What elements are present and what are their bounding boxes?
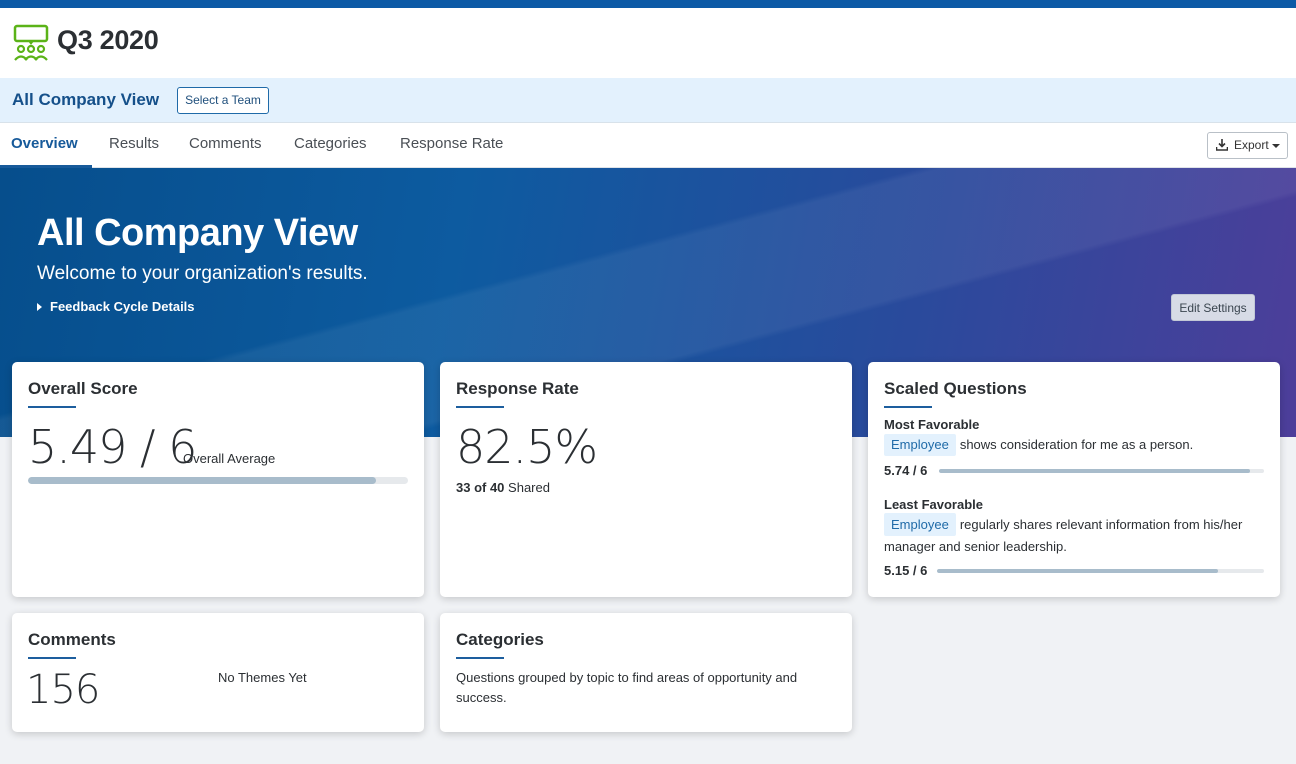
response-rate-card[interactable]: Response Rate 82.5% 33 of 40 Shared bbox=[440, 362, 852, 597]
download-icon bbox=[1216, 139, 1228, 151]
categories-card[interactable]: Categories Questions grouped by topic to… bbox=[440, 613, 852, 732]
least-favorable-question: Employee regularly shares relevant inform… bbox=[884, 513, 1264, 557]
chevron-down-icon bbox=[1271, 143, 1280, 148]
card-title: Response Rate bbox=[456, 379, 579, 398]
response-rate-shared: 33 of 40 Shared bbox=[456, 480, 550, 495]
hero-title: All Company View bbox=[37, 212, 358, 254]
tab-overview[interactable]: Overview bbox=[0, 123, 92, 168]
feedback-cycle-details-toggle[interactable]: Feedback Cycle Details bbox=[37, 299, 195, 314]
comments-count: 156 bbox=[26, 667, 100, 713]
most-favorable-question: Employee shows consideration for me as a … bbox=[884, 434, 1264, 456]
most-favorable-score: 5.74 / 6 bbox=[884, 463, 928, 478]
category-tag: Employee bbox=[884, 434, 956, 456]
overall-score-caption: Overall Average bbox=[183, 451, 276, 466]
tab-results[interactable]: Results bbox=[109, 123, 159, 168]
select-team-button[interactable]: Select a Team bbox=[177, 87, 269, 114]
current-view-name: All Company View bbox=[12, 90, 160, 109]
themes-status: No Themes Yet bbox=[218, 670, 307, 685]
title-bar: Q3 2020 bbox=[0, 8, 1296, 78]
response-rate-value: 82.5% bbox=[456, 420, 598, 474]
card-title: Categories bbox=[456, 630, 544, 649]
card-title: Scaled Questions bbox=[884, 379, 1027, 398]
tab-categories[interactable]: Categories bbox=[294, 123, 367, 168]
people-chat-icon bbox=[13, 24, 49, 61]
least-favorable-bar bbox=[937, 569, 1264, 573]
hero-subtitle: Welcome to your organization's results. bbox=[37, 263, 368, 284]
card-title: Overall Score bbox=[28, 379, 138, 398]
comments-card[interactable]: Comments 156 No Themes Yet bbox=[12, 613, 424, 732]
tab-comments[interactable]: Comments bbox=[189, 123, 262, 168]
export-label: Export bbox=[1234, 138, 1269, 152]
tab-response-rate[interactable]: Response Rate bbox=[400, 123, 503, 168]
most-favorable-heading: Most Favorable bbox=[884, 417, 980, 432]
overall-score-card[interactable]: Overall Score 5.49 / 6 Overall Average bbox=[12, 362, 424, 597]
categories-description: Questions grouped by topic to find areas… bbox=[456, 670, 798, 705]
export-button[interactable]: Export bbox=[1207, 132, 1288, 159]
most-favorable-bar bbox=[939, 469, 1264, 473]
edit-settings-button[interactable]: Edit Settings bbox=[1171, 294, 1255, 321]
tab-bar: Overview Results Comments Categories Res… bbox=[0, 123, 1296, 168]
card-title: Comments bbox=[28, 630, 116, 649]
least-favorable-heading: Least Favorable bbox=[884, 497, 983, 512]
least-favorable-score: 5.15 / 6 bbox=[884, 563, 928, 578]
overall-score-value: 5.49 / 6 bbox=[28, 420, 197, 474]
caret-right-icon bbox=[37, 302, 42, 311]
team-bar: All Company View Select a Team bbox=[0, 78, 1296, 123]
top-accent-bar bbox=[0, 0, 1296, 8]
overall-score-bar bbox=[28, 477, 408, 484]
page-title: Q3 2020 bbox=[57, 25, 159, 55]
category-tag: Employee bbox=[884, 513, 956, 536]
scaled-questions-card[interactable]: Scaled Questions Most Favorable Employee… bbox=[868, 362, 1280, 597]
